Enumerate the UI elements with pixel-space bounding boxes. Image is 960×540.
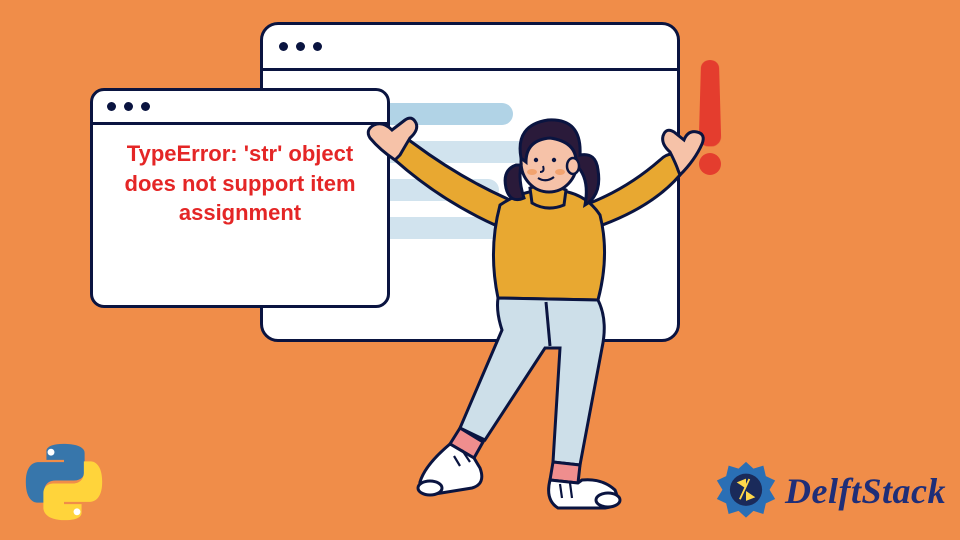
brand-logo: DelftStack <box>715 460 946 522</box>
error-window: TypeError: 'str' object does not support… <box>90 88 390 308</box>
window-controls <box>279 42 322 51</box>
python-logo-icon <box>22 440 106 524</box>
window-dot-icon <box>141 102 150 111</box>
window-dot-icon <box>107 102 116 111</box>
window-controls <box>107 102 150 111</box>
window-dot-icon <box>279 42 288 51</box>
error-message: TypeError: 'str' object does not support… <box>93 125 387 242</box>
delftstack-badge-icon <box>715 460 777 522</box>
window-titlebar <box>263 25 677 71</box>
window-dot-icon <box>296 42 305 51</box>
window-dot-icon <box>124 102 133 111</box>
brand-name: DelftStack <box>785 470 946 512</box>
window-titlebar <box>93 91 387 125</box>
person-illustration <box>350 70 770 510</box>
window-dot-icon <box>313 42 322 51</box>
